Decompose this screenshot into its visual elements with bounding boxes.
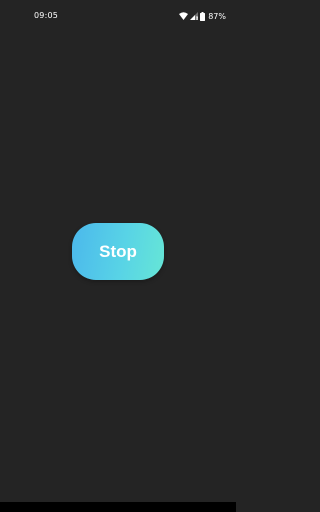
stop-button[interactable]: Stop <box>72 223 164 280</box>
battery-icon <box>200 11 206 21</box>
status-bar: 09:05 87% <box>0 0 236 32</box>
navigation-bar <box>0 502 236 512</box>
status-icons: 87% <box>179 11 226 21</box>
app-screen: 09:05 87% Stop <box>0 0 236 512</box>
status-time: 09:05 <box>34 11 59 20</box>
battery-percent: 87% <box>208 11 226 21</box>
wifi-icon <box>179 12 189 20</box>
signal-icon <box>190 12 199 20</box>
